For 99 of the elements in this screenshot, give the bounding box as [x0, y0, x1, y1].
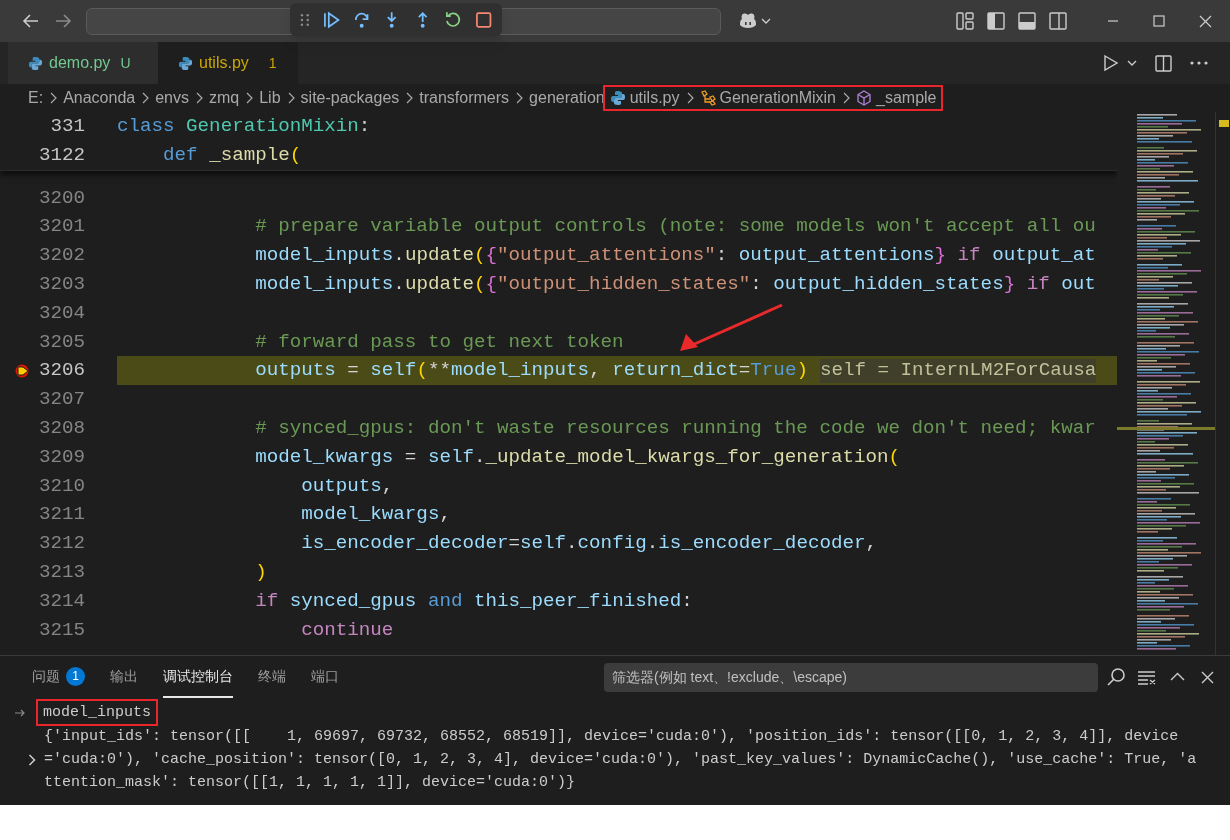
line-number: 3200 [38, 185, 85, 211]
arrow-right-icon [14, 707, 26, 718]
code-line: # prepare variable output controls (note: some models won't accept all ou [254, 214, 1096, 240]
breadcrumb-item[interactable]: GenerationMixin [719, 86, 836, 110]
layout-icon[interactable] [956, 12, 974, 30]
chevron-down-icon[interactable] [1127, 59, 1137, 67]
maximize-icon[interactable] [1153, 15, 1165, 27]
copilot-icon[interactable] [738, 12, 758, 30]
chevron-right-icon [195, 92, 203, 104]
breadcrumb-item[interactable]: _sample [876, 86, 937, 110]
panel-toggle-icon[interactable] [1018, 12, 1036, 30]
chevron-right-icon [515, 92, 524, 104]
python-icon [178, 55, 193, 71]
tab-status-label: U [120, 53, 131, 73]
panel-tab[interactable]: 输出 [110, 656, 138, 698]
code-line: model_kwargs, [300, 502, 451, 528]
line-number: 3122 [38, 142, 85, 168]
breadcrumb-item[interactable]: envs [155, 86, 189, 110]
close-icon[interactable] [1199, 14, 1212, 28]
scrollbar[interactable] [1215, 112, 1230, 655]
code-line: def _sample( [162, 142, 302, 168]
chevron-right-icon [685, 92, 694, 104]
tab-status-label: 1 [268, 53, 277, 73]
line-number: 3211 [38, 502, 85, 528]
chevron-right-icon [245, 92, 254, 104]
breadcrumb-item[interactable]: generation [529, 86, 605, 110]
cube-icon [856, 90, 872, 106]
panel-tab[interactable]: 问题 1 [32, 656, 85, 698]
code-line: outputs = self(**model_inputs, return_dict=True) [254, 358, 808, 384]
split-editor-icon[interactable] [1155, 54, 1172, 72]
grip-icon[interactable] [300, 12, 310, 27]
back-icon[interactable] [22, 12, 40, 30]
panel-tab[interactable]: 端口 [311, 656, 339, 698]
code-line: model_inputs.update({"output_attentions": output_attentions} if output_at [254, 243, 1096, 269]
panel-tab[interactable]: 终端 [258, 656, 286, 698]
editor-tab[interactable]: utils.py 1 [158, 42, 298, 84]
code-line: model_inputs.update({"output_hidden_states": output_hidden_states} if out [254, 272, 1096, 297]
panel-tab[interactable]: 调试控制台 [163, 656, 233, 698]
count-badge: 1 [66, 666, 85, 686]
inline-value: self = InternLM2ForCausa [819, 358, 1097, 383]
console-output-line: {'input_ids': tensor([[ 1, 69697, 69732, 68552, 68519]], device='cuda:0'), 'position_ids': tensor([[0, 1, 2, 3, 4]], device [44, 727, 1179, 747]
code-line: outputs, [300, 473, 394, 499]
line-number: 3209 [38, 444, 85, 470]
line-number: 3206 [38, 358, 85, 384]
chevron-up-icon[interactable] [1170, 672, 1185, 682]
filter-field[interactable]: 筛选器(例如 text、!exclude、\escape) [604, 662, 1098, 692]
forward-icon[interactable] [54, 12, 72, 30]
line-number: 3203 [38, 272, 85, 297]
code-line: class GenerationMixin: [117, 114, 371, 139]
line-number: 3204 [38, 300, 85, 326]
secondary-sidebar-icon[interactable] [1049, 12, 1067, 30]
chevron-right-icon [286, 92, 295, 104]
stop-icon[interactable] [474, 10, 492, 29]
breadcrumb-item[interactable]: Anaconda [63, 86, 136, 110]
chevron-right-icon [49, 92, 58, 104]
python-icon [609, 90, 626, 106]
chevron-right-icon [405, 92, 414, 104]
line-number: 3201 [38, 214, 85, 240]
line-number: 3202 [38, 243, 85, 269]
line-number: 3213 [38, 559, 85, 585]
console-output-line: ttention_mask': tensor([[1, 1, 1, 1, 1]], device='cuda:0')} [44, 773, 576, 793]
debug-position-icon [15, 362, 31, 379]
code-line: model_kwargs = self._update_model_kwargs_for_generation( [254, 444, 900, 470]
restart-icon[interactable] [444, 10, 462, 29]
code-line: # forward pass to get next token [254, 329, 624, 355]
breadcrumb-item[interactable]: utils.py [629, 86, 680, 110]
search-icon[interactable] [1106, 667, 1126, 687]
console-output-line: ='cuda:0'), 'cache_position': tensor([0, 1, 2, 3, 4], device='cuda:0'), 'past_key_values': DynamicCache(), 'use_cache': True, 'a [44, 750, 1197, 770]
python-icon [28, 55, 43, 71]
chevron-right-icon [842, 92, 850, 104]
code-line: if synced_gpus and this_peer_finished: [254, 588, 693, 614]
editor-tab[interactable]: demo.py U [8, 42, 158, 84]
continue-icon[interactable] [322, 10, 341, 29]
clear-console-icon[interactable] [1137, 669, 1156, 685]
line-number: 3214 [38, 588, 85, 614]
step-over-icon[interactable] [353, 10, 371, 29]
line-number: 3212 [38, 531, 85, 557]
close-icon[interactable] [1201, 670, 1214, 684]
line-number: 3210 [38, 473, 85, 499]
run-icon[interactable] [1103, 54, 1119, 72]
breadcrumb-item[interactable]: transformers [419, 86, 510, 110]
code-line: continue [300, 617, 394, 643]
more-icon[interactable] [1190, 61, 1208, 65]
line-number: 3208 [38, 415, 85, 441]
breadcrumb-item[interactable]: site-packages [300, 86, 400, 110]
breadcrumb-item[interactable]: E: [28, 86, 44, 110]
code-line: # synced_gpus: don't waste resources running the code we don't need; kwar [254, 415, 1096, 441]
line-number: 331 [50, 114, 85, 139]
code-line: is_encoder_decoder=self.config.is_encoder_decoder, [300, 531, 877, 557]
chevron-right-icon [141, 92, 150, 104]
line-number: 3205 [38, 329, 85, 355]
sidebar-toggle-icon[interactable] [987, 12, 1005, 30]
chevron-down-icon[interactable] [761, 17, 771, 25]
class-icon [699, 90, 716, 106]
breadcrumb-item[interactable]: Lib [259, 86, 281, 110]
line-number: 3215 [38, 617, 85, 643]
breadcrumb-item[interactable]: zmq [209, 86, 240, 110]
line-number: 3207 [38, 387, 85, 413]
code-line: ) [254, 559, 267, 585]
